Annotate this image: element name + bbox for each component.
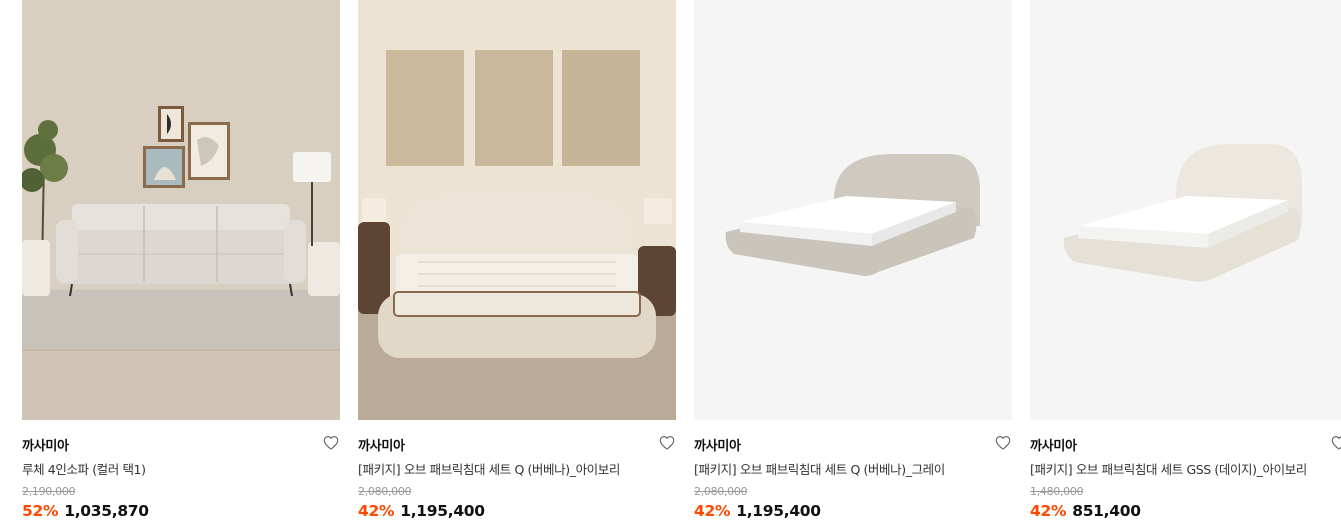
sofa-photo (22, 0, 340, 420)
discount-rate: 42% (1030, 502, 1067, 520)
product-image-bed-grey[interactable] (694, 0, 1012, 420)
product-title[interactable]: [패키지] 오브 패브릭침대 세트 Q (버베나)_아이보리 (358, 459, 620, 478)
bed-room-photo (358, 0, 676, 420)
heart-icon[interactable] (658, 434, 676, 452)
product-brand: 까사미아 (694, 439, 741, 454)
product-image-sofa[interactable] (22, 0, 340, 420)
product-title[interactable]: 루체 4인소파 (컬러 택1) (22, 459, 146, 478)
discount-rate: 52% (22, 502, 59, 520)
heart-icon[interactable] (1330, 434, 1341, 452)
heart-icon[interactable] (994, 434, 1012, 452)
heart-icon[interactable] (322, 434, 340, 452)
original-price: 2,080,000 (694, 485, 748, 498)
product-card[interactable]: 까사미아 루체 4인소파 (컬러 택1) 2,190,000 52% 1,035,… (22, 0, 340, 520)
sale-price: 851,400 (1072, 502, 1141, 520)
product-image-bed-ivory[interactable] (1030, 0, 1341, 420)
product-card[interactable]: 까사미아 [패키지] 오브 패브릭침대 세트 Q (버베나)_그레이 2,080… (694, 0, 1012, 520)
product-brand: 까사미아 (1030, 439, 1077, 454)
product-card[interactable]: 까사미아 [패키지] 오브 패브릭침대 세트 GSS (데이지)_아이보리 1,… (1030, 0, 1341, 520)
bed-grey-photo (694, 0, 1012, 420)
price-row: 42% 1,195,400 (358, 501, 485, 520)
sale-price: 1,195,400 (736, 502, 821, 520)
original-price: 1,480,000 (1030, 485, 1084, 498)
product-image-bed-ivory-room[interactable] (358, 0, 676, 420)
price-row: 42% 1,195,400 (694, 501, 821, 520)
product-title[interactable]: [패키지] 오브 패브릭침대 세트 Q (버베나)_그레이 (694, 459, 945, 478)
discount-rate: 42% (358, 502, 395, 520)
sale-price: 1,195,400 (400, 502, 485, 520)
original-price: 2,190,000 (22, 485, 76, 498)
product-brand: 까사미아 (358, 439, 405, 454)
sale-price: 1,035,870 (64, 502, 149, 520)
product-card[interactable]: 까사미아 [패키지] 오브 패브릭침대 세트 Q (버베나)_아이보리 2,08… (358, 0, 676, 520)
price-row: 42% 851,400 (1030, 501, 1141, 520)
price-row: 52% 1,035,870 (22, 501, 149, 520)
product-title[interactable]: [패키지] 오브 패브릭침대 세트 GSS (데이지)_아이보리 (1030, 459, 1307, 478)
original-price: 2,080,000 (358, 485, 412, 498)
bed-ivory-photo (1030, 0, 1341, 420)
product-brand: 까사미아 (22, 439, 69, 454)
discount-rate: 42% (694, 502, 731, 520)
